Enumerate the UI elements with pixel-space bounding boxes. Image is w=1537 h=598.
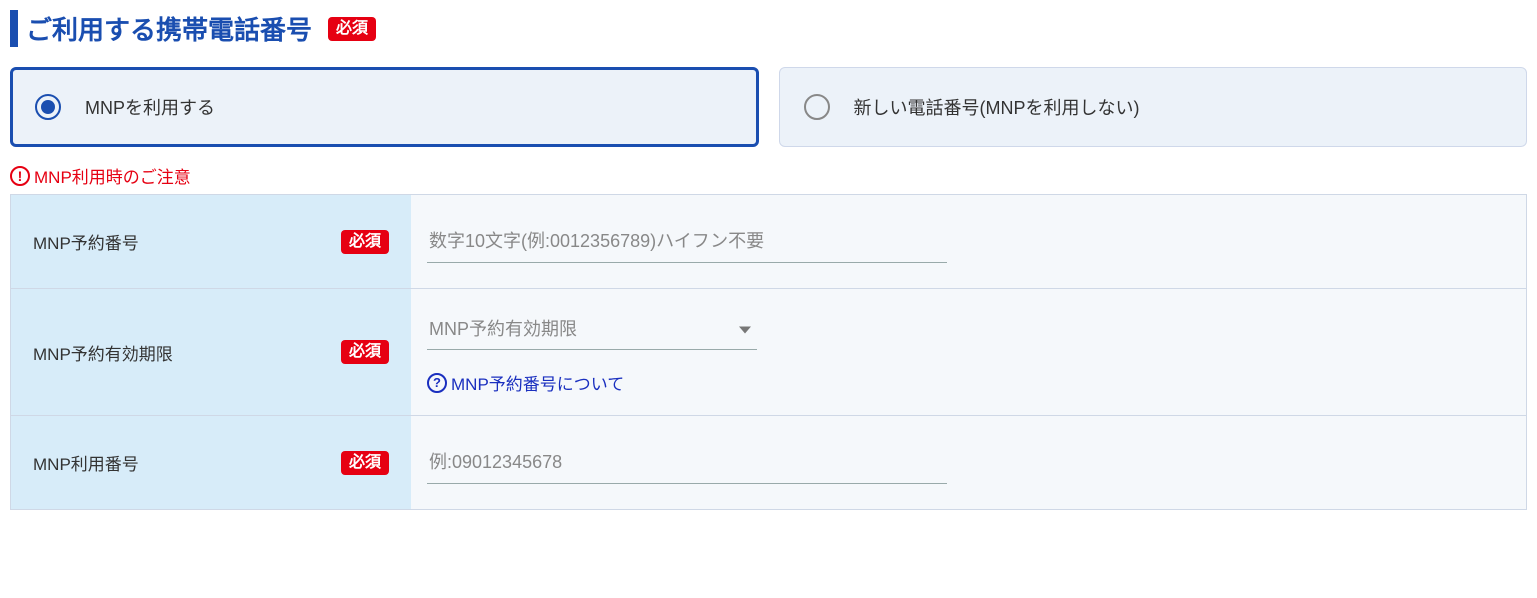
required-badge: 必須: [328, 17, 376, 41]
exclamation-icon: !: [10, 166, 30, 186]
input-cell-mnp-number: [411, 416, 1526, 509]
label-mnp-number: MNP利用番号: [33, 450, 139, 475]
label-cell-mnp-reserve: MNP予約番号 必須: [11, 195, 411, 288]
input-cell-mnp-reserve: [411, 195, 1526, 288]
radio-label-mnp: MNPを利用する: [85, 94, 215, 120]
required-badge: 必須: [341, 340, 389, 364]
radio-option-new[interactable]: 新しい電話番号(MNPを利用しない): [779, 67, 1528, 147]
label-cell-mnp-expiry: MNP予約有効期限 必須: [11, 289, 411, 415]
row-mnp-expiry: MNP予約有効期限 必須 MNP予約有効期限 ? MNP予約番号について: [11, 288, 1526, 415]
section-header: ご利用する携帯電話番号 必須: [10, 10, 1527, 47]
required-badge: 必須: [341, 451, 389, 475]
row-mnp-reserve: MNP予約番号 必須: [11, 194, 1526, 288]
radio-group: MNPを利用する 新しい電話番号(MNPを利用しない): [10, 67, 1527, 147]
mnp-reserve-help-link[interactable]: ? MNP予約番号について: [427, 370, 1510, 395]
mnp-expiry-select[interactable]: MNP予約有効期限: [427, 309, 757, 350]
required-badge: 必須: [341, 230, 389, 254]
mnp-notice-link[interactable]: ! MNP利用時のご注意: [10, 163, 1527, 188]
radio-circle-icon: [804, 94, 830, 120]
radio-label-new: 新しい電話番号(MNPを利用しない): [854, 94, 1140, 120]
mnp-reserve-help-text: MNP予約番号について: [451, 370, 624, 395]
mnp-reserve-input[interactable]: [427, 221, 947, 263]
label-mnp-reserve: MNP予約番号: [33, 229, 139, 254]
question-icon: ?: [427, 373, 447, 393]
row-mnp-number: MNP利用番号 必須: [11, 415, 1526, 509]
radio-option-mnp[interactable]: MNPを利用する: [10, 67, 759, 147]
mnp-notice-text: MNP利用時のご注意: [34, 163, 191, 188]
input-cell-mnp-expiry: MNP予約有効期限 ? MNP予約番号について: [411, 289, 1526, 415]
section-title: ご利用する携帯電話番号: [10, 10, 312, 47]
radio-circle-icon: [35, 94, 61, 120]
form-table: MNP予約番号 必須 MNP予約有効期限 必須 MNP予約有効期限 ? MNP予…: [10, 194, 1527, 510]
label-mnp-expiry: MNP予約有効期限: [33, 340, 173, 365]
mnp-number-input[interactable]: [427, 442, 947, 484]
label-cell-mnp-number: MNP利用番号 必須: [11, 416, 411, 509]
mnp-expiry-select-wrap: MNP予約有効期限: [427, 309, 757, 350]
